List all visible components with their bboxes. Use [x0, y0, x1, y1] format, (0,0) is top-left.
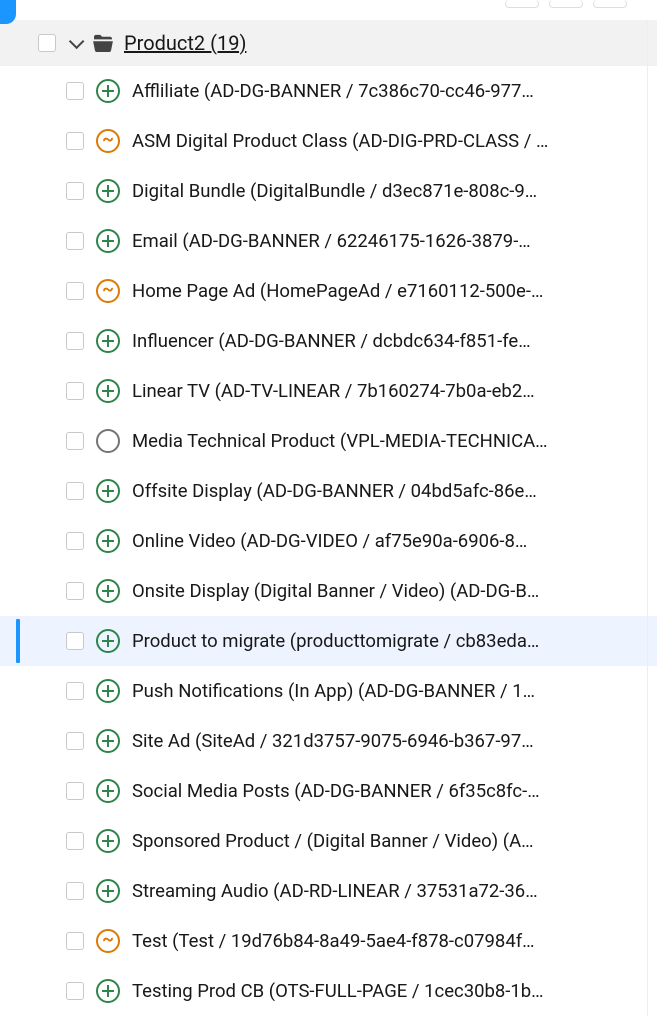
list-item[interactable]: Streaming Audio (AD-RD-LINEAR / 37531a72…	[0, 866, 657, 916]
item-label: Social Media Posts (AD-DG-BANNER / 6f35c…	[132, 780, 657, 802]
sync-circle-icon	[96, 279, 120, 303]
add-circle-icon	[96, 829, 120, 853]
item-label: Streaming Audio (AD-RD-LINEAR / 37531a72…	[132, 880, 657, 902]
item-label: Email (AD-DG-BANNER / 62246175-1626-3879…	[132, 230, 657, 252]
item-label: Onsite Display (Digital Banner / Video) …	[132, 580, 657, 602]
list-item[interactable]: ASM Digital Product Class (AD-DIG-PRD-CL…	[0, 116, 657, 166]
item-checkbox[interactable]	[66, 932, 84, 950]
item-label: Media Technical Product (VPL-MEDIA-TECHN…	[132, 430, 657, 452]
item-checkbox[interactable]	[66, 382, 84, 400]
item-checkbox[interactable]	[66, 132, 84, 150]
add-circle-icon	[96, 679, 120, 703]
add-circle-icon	[96, 379, 120, 403]
list-item[interactable]: Offsite Display (AD-DG-BANNER / 04bd5afc…	[0, 466, 657, 516]
item-checkbox[interactable]	[66, 882, 84, 900]
item-checkbox[interactable]	[66, 732, 84, 750]
list-item[interactable]: Social Media Posts (AD-DG-BANNER / 6f35c…	[0, 766, 657, 816]
add-circle-icon	[96, 579, 120, 603]
item-checkbox[interactable]	[66, 232, 84, 250]
item-checkbox[interactable]	[66, 182, 84, 200]
list-item[interactable]: Home Page Ad (HomePageAd / e7160112-500e…	[0, 266, 657, 316]
item-label: Online Video (AD-DG-VIDEO / af75e90a-690…	[132, 530, 657, 552]
top-toolbar	[0, 0, 657, 20]
item-checkbox[interactable]	[66, 332, 84, 350]
add-circle-icon	[96, 329, 120, 353]
item-checkbox[interactable]	[66, 982, 84, 1000]
toolbar-button-1[interactable]	[505, 0, 539, 8]
add-circle-icon	[96, 729, 120, 753]
add-circle-icon	[96, 479, 120, 503]
chevron-down-icon[interactable]	[64, 33, 84, 53]
add-circle-icon	[96, 529, 120, 553]
add-circle-icon	[96, 779, 120, 803]
item-checkbox[interactable]	[66, 432, 84, 450]
add-circle-icon	[96, 979, 120, 1003]
item-label: Linear TV (AD-TV-LINEAR / 7b160274-7b0a-…	[132, 380, 657, 402]
list-item[interactable]: Email (AD-DG-BANNER / 62246175-1626-3879…	[0, 216, 657, 266]
list-item[interactable]: Push Notifications (In App) (AD-DG-BANNE…	[0, 666, 657, 716]
item-checkbox[interactable]	[66, 282, 84, 300]
item-checkbox[interactable]	[66, 682, 84, 700]
group-header-row[interactable]: Product2 (19)	[0, 20, 657, 66]
item-label: Home Page Ad (HomePageAd / e7160112-500e…	[132, 280, 657, 302]
toolbar-button-3[interactable]	[593, 0, 627, 8]
add-circle-icon	[96, 879, 120, 903]
add-circle-icon	[96, 629, 120, 653]
list-item[interactable]: Onsite Display (Digital Banner / Video) …	[0, 566, 657, 616]
list-item[interactable]: Test (Test / 19d76b84-8a49-5ae4-f878-c07…	[0, 916, 657, 966]
item-checkbox[interactable]	[66, 82, 84, 100]
group-header-label[interactable]: Product2 (19)	[124, 31, 246, 55]
add-circle-icon	[96, 79, 120, 103]
list-item[interactable]: Online Video (AD-DG-VIDEO / af75e90a-690…	[0, 516, 657, 566]
list-item[interactable]: Digital Bundle (DigitalBundle / d3ec871e…	[0, 166, 657, 216]
item-label: Offsite Display (AD-DG-BANNER / 04bd5afc…	[132, 480, 657, 502]
scrollbar-vertical[interactable]	[647, 20, 657, 1016]
item-label: Testing Prod CB (OTS-FULL-PAGE / 1cec30b…	[132, 980, 657, 1002]
list-item[interactable]: Sponsored Product / (Digital Banner / Vi…	[0, 816, 657, 866]
item-checkbox[interactable]	[66, 532, 84, 550]
item-label: Digital Bundle (DigitalBundle / d3ec871e…	[132, 180, 657, 202]
item-label: Sponsored Product / (Digital Banner / Vi…	[132, 830, 657, 852]
item-checkbox[interactable]	[66, 582, 84, 600]
list-item[interactable]: Product to migrate (producttomigrate / c…	[0, 616, 657, 666]
list-item[interactable]: Site Ad (SiteAd / 321d3757-9075-6946-b36…	[0, 716, 657, 766]
sync-circle-icon	[96, 929, 120, 953]
item-label: Test (Test / 19d76b84-8a49-5ae4-f878-c07…	[132, 930, 657, 952]
sync-circle-icon	[96, 129, 120, 153]
item-label: ASM Digital Product Class (AD-DIG-PRD-CL…	[132, 130, 657, 152]
item-label: Push Notifications (In App) (AD-DG-BANNE…	[132, 680, 657, 702]
list-item[interactable]: Media Technical Product (VPL-MEDIA-TECHN…	[0, 416, 657, 466]
select-all-checkbox[interactable]	[38, 34, 56, 52]
list-item[interactable]: Influencer (AD-DG-BANNER / dcbdc634-f851…	[0, 316, 657, 366]
empty-circle-icon	[96, 429, 120, 453]
item-label: Product to migrate (producttomigrate / c…	[132, 630, 657, 652]
item-checkbox[interactable]	[66, 782, 84, 800]
item-checkbox[interactable]	[66, 632, 84, 650]
list-item[interactable]: Linear TV (AD-TV-LINEAR / 7b160274-7b0a-…	[0, 366, 657, 416]
list-item[interactable]: Testing Prod CB (OTS-FULL-PAGE / 1cec30b…	[0, 966, 657, 1016]
add-circle-icon	[96, 229, 120, 253]
item-label: Site Ad (SiteAd / 321d3757-9075-6946-b36…	[132, 730, 657, 752]
item-label: Affliliate (AD-DG-BANNER / 7c386c70-cc46…	[132, 80, 657, 102]
item-label: Influencer (AD-DG-BANNER / dcbdc634-f851…	[132, 330, 657, 352]
item-checkbox[interactable]	[66, 482, 84, 500]
item-checkbox[interactable]	[66, 832, 84, 850]
product-tree: Product2 (19) Affliliate (AD-DG-BANNER /…	[0, 0, 657, 1016]
add-circle-icon	[96, 179, 120, 203]
toolbar-button-2[interactable]	[549, 0, 583, 8]
item-list: Affliliate (AD-DG-BANNER / 7c386c70-cc46…	[0, 66, 657, 1016]
list-item[interactable]: Affliliate (AD-DG-BANNER / 7c386c70-cc46…	[0, 66, 657, 116]
folder-open-icon	[92, 32, 114, 54]
